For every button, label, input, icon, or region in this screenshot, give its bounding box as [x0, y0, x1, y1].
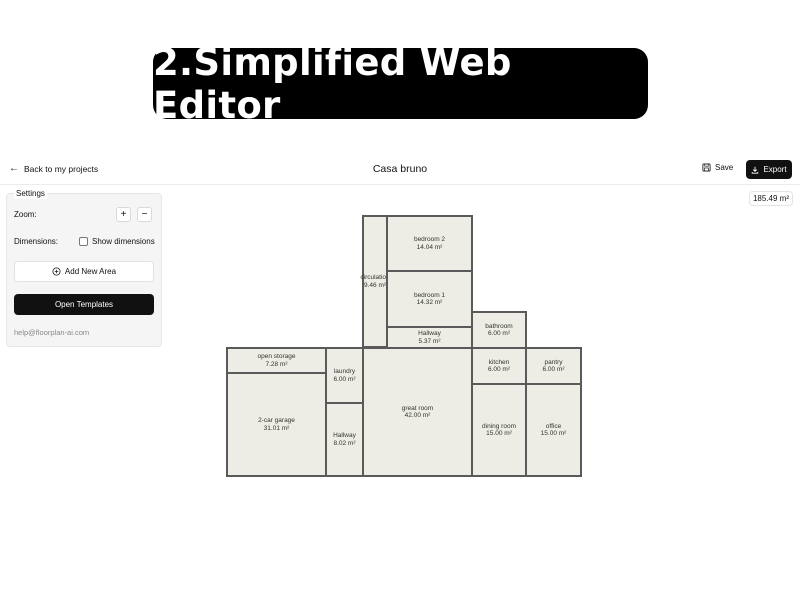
back-link-label: Back to my projects: [24, 164, 99, 174]
room-name: 2-car garage: [258, 417, 295, 424]
room-area: 15.00 m²: [540, 430, 567, 437]
room-area: 6.00 m²: [333, 375, 356, 383]
room-name: office: [545, 422, 562, 430]
room-name: laundry: [333, 368, 356, 375]
export-button[interactable]: Export: [746, 160, 792, 179]
room-area: 9.46 m²: [363, 281, 387, 289]
open-templates-button[interactable]: Open Templates: [14, 294, 154, 315]
export-label: Export: [763, 165, 787, 174]
room-bathroom[interactable]: bathroom 6.00 m²: [471, 311, 527, 349]
room-name: Hallway: [333, 432, 356, 439]
plus-icon: +: [120, 209, 127, 220]
settings-panel: Settings Zoom: + − Dimensions: Show dime…: [6, 189, 162, 347]
room-area: 14.04 m²: [416, 243, 443, 251]
plus-circle-icon: [52, 267, 61, 276]
room-area: 15.00 m²: [486, 430, 512, 437]
save-label: Save: [715, 163, 734, 172]
room-open-storage[interactable]: open storage 7.28 m²: [226, 347, 327, 374]
save-button[interactable]: Save: [702, 163, 733, 172]
room-circulation[interactable]: circulation 9.46 m²: [360, 215, 390, 348]
room-name: bathroom: [485, 322, 513, 330]
room-laundry[interactable]: laundry 6.00 m²: [325, 347, 364, 404]
room-name: great room: [401, 404, 434, 412]
room-name: pantry: [544, 358, 563, 366]
room-name: kitchen: [488, 358, 510, 366]
room-area: 7.28 m²: [265, 360, 288, 368]
room-garage[interactable]: 2-car garage 31.01 m²: [226, 372, 327, 477]
settings-title: Settings: [14, 189, 47, 199]
room-name: dining room: [482, 422, 516, 430]
room-name: bedroom 2: [413, 236, 446, 243]
room-area: 8.02 m²: [333, 439, 356, 447]
room-hallway-upper[interactable]: Hallway 5.37 m²: [386, 326, 473, 349]
room-office[interactable]: office 15.00 m²: [525, 383, 582, 477]
room-pantry[interactable]: pantry 6.00 m²: [525, 347, 582, 385]
project-title-wrap: Casa bruno: [0, 163, 800, 175]
zoom-in-button[interactable]: +: [116, 207, 131, 222]
dimensions-label: Dimensions:: [14, 237, 59, 246]
zoom-label: Zoom:: [14, 210, 37, 219]
room-area: 6.00 m²: [542, 366, 565, 373]
room-area: 14.32 m²: [416, 299, 443, 306]
room-name: open storage: [257, 353, 296, 360]
minus-icon: −: [141, 209, 148, 220]
show-dimensions-label[interactable]: Show dimensions: [92, 237, 155, 246]
back-link[interactable]: ← Back to my projects: [9, 163, 99, 175]
zoom-out-button[interactable]: −: [137, 207, 152, 222]
open-templates-label: Open Templates: [54, 300, 114, 309]
add-new-area-button[interactable]: Add New Area: [14, 261, 154, 282]
download-icon: [752, 166, 759, 174]
room-name: Hallway: [418, 330, 441, 337]
room-bedroom-1[interactable]: bedroom 1 14.32 m²: [386, 270, 473, 328]
banner-text: 2.Simplified Web Editor: [153, 40, 512, 127]
room-hallway-lower[interactable]: Hallway 8.02 m²: [325, 402, 364, 477]
show-dimensions-checkbox[interactable]: [79, 237, 88, 246]
room-area: 31.01 m²: [263, 424, 290, 432]
room-area: 6.00 m²: [487, 330, 511, 337]
room-area: 6.00 m²: [487, 366, 511, 373]
room-dining-room[interactable]: dining room 15.00 m²: [471, 383, 527, 477]
project-title[interactable]: Casa bruno: [373, 163, 427, 175]
room-area: 42.00 m²: [404, 412, 431, 419]
total-area-value: 185.49 m²: [752, 194, 790, 203]
room-name: bedroom 1: [413, 291, 446, 299]
contact-email: help@floorplan-ai.com: [14, 328, 90, 337]
editor-header: ← Back to my projects Casa bruno Save Ex…: [0, 155, 800, 185]
total-area-badge: 185.49 m²: [749, 191, 793, 206]
arrow-left-icon: ←: [9, 163, 19, 174]
title-banner: 2.Simplified Web Editor: [153, 41, 648, 127]
screen: 2.Simplified Web Editor ← Back to my pro…: [0, 0, 800, 600]
room-area: 5.37 m²: [418, 337, 441, 345]
room-great-room[interactable]: great room 42.00 m²: [362, 347, 473, 477]
add-new-area-label: Add New Area: [64, 267, 117, 276]
room-bedroom-2[interactable]: bedroom 2 14.04 m²: [386, 215, 473, 272]
room-kitchen[interactable]: kitchen 6.00 m²: [471, 347, 527, 385]
save-icon: [702, 163, 711, 172]
